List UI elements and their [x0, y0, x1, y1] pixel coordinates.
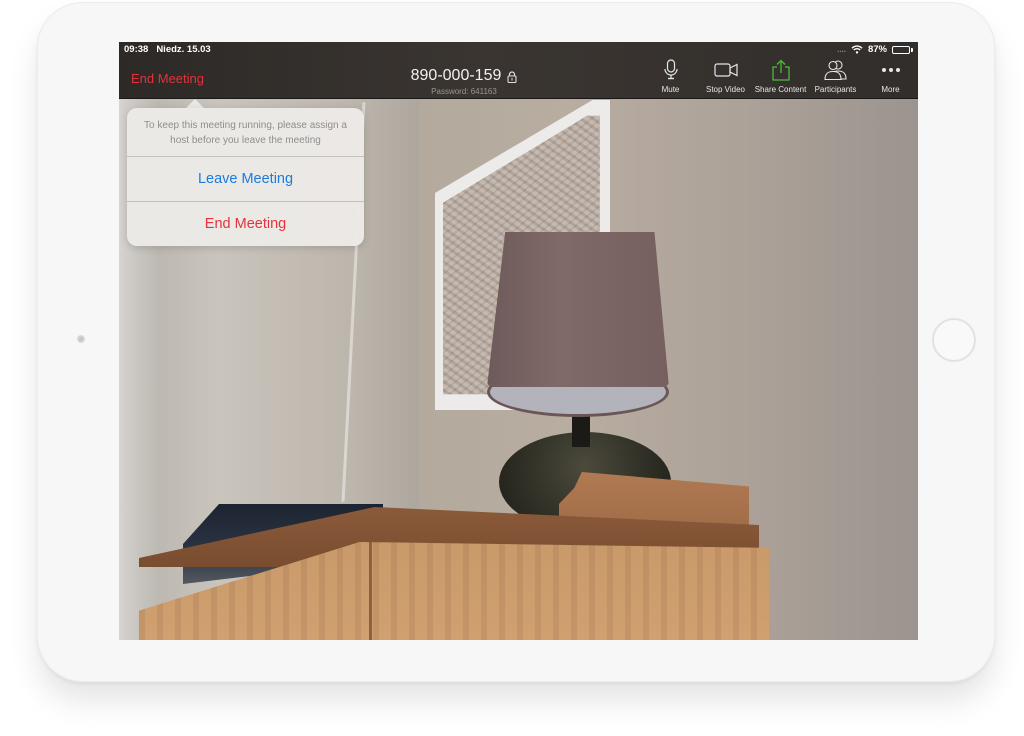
- microphone-icon: [663, 59, 678, 80]
- status-time: 09:38: [124, 44, 149, 55]
- more-label: More: [881, 85, 900, 94]
- signal-icon: ....: [837, 45, 846, 54]
- mute-button[interactable]: Mute: [643, 59, 698, 99]
- lock-icon: [507, 70, 517, 84]
- home-button[interactable]: [932, 318, 976, 362]
- video-camera-icon: [713, 63, 738, 77]
- meeting-password: Password: 641163: [431, 87, 497, 96]
- meeting-toolbar: 09:38 Niedz. 15.03 .... 87% End Meeting …: [119, 42, 918, 99]
- dresser-seam: [369, 542, 372, 640]
- battery-percent: 87%: [867, 44, 887, 55]
- participants-icon: [823, 60, 847, 81]
- meeting-controls: Mute Stop Video Share Content Participan…: [643, 59, 918, 99]
- lamp-shade: [487, 232, 669, 387]
- stop-video-label: Stop Video: [706, 85, 745, 94]
- confirm-end-meeting-button[interactable]: End Meeting: [127, 202, 364, 246]
- front-camera: [77, 335, 85, 343]
- stop-video-button[interactable]: Stop Video: [698, 59, 753, 99]
- meeting-id: 890-000-159: [410, 67, 502, 84]
- more-dots-icon: [881, 68, 900, 72]
- wifi-icon: [851, 45, 863, 54]
- meeting-info: 890-000-159 Password: 641163: [379, 67, 549, 96]
- popover-arrow: [186, 99, 204, 108]
- status-date: Niedz. 15.03: [156, 44, 211, 55]
- status-bar: 09:38 Niedz. 15.03 .... 87%: [119, 42, 918, 57]
- battery-icon: [892, 45, 913, 54]
- share-upload-icon: [771, 59, 790, 81]
- end-meeting-button[interactable]: End Meeting: [131, 71, 204, 86]
- mute-label: Mute: [661, 85, 680, 94]
- end-meeting-popover: To keep this meeting running, please ass…: [127, 108, 364, 246]
- more-button[interactable]: More: [863, 59, 918, 99]
- screen: 09:38 Niedz. 15.03 .... 87% End Meeting …: [119, 42, 918, 640]
- share-content-button[interactable]: Share Content: [753, 59, 808, 99]
- popover-message: To keep this meeting running, please ass…: [144, 120, 347, 146]
- share-content-label: Share Content: [754, 85, 807, 94]
- participants-label: Participants: [814, 85, 857, 94]
- leave-meeting-button[interactable]: Leave Meeting: [127, 157, 364, 201]
- participants-button[interactable]: Participants: [808, 59, 863, 99]
